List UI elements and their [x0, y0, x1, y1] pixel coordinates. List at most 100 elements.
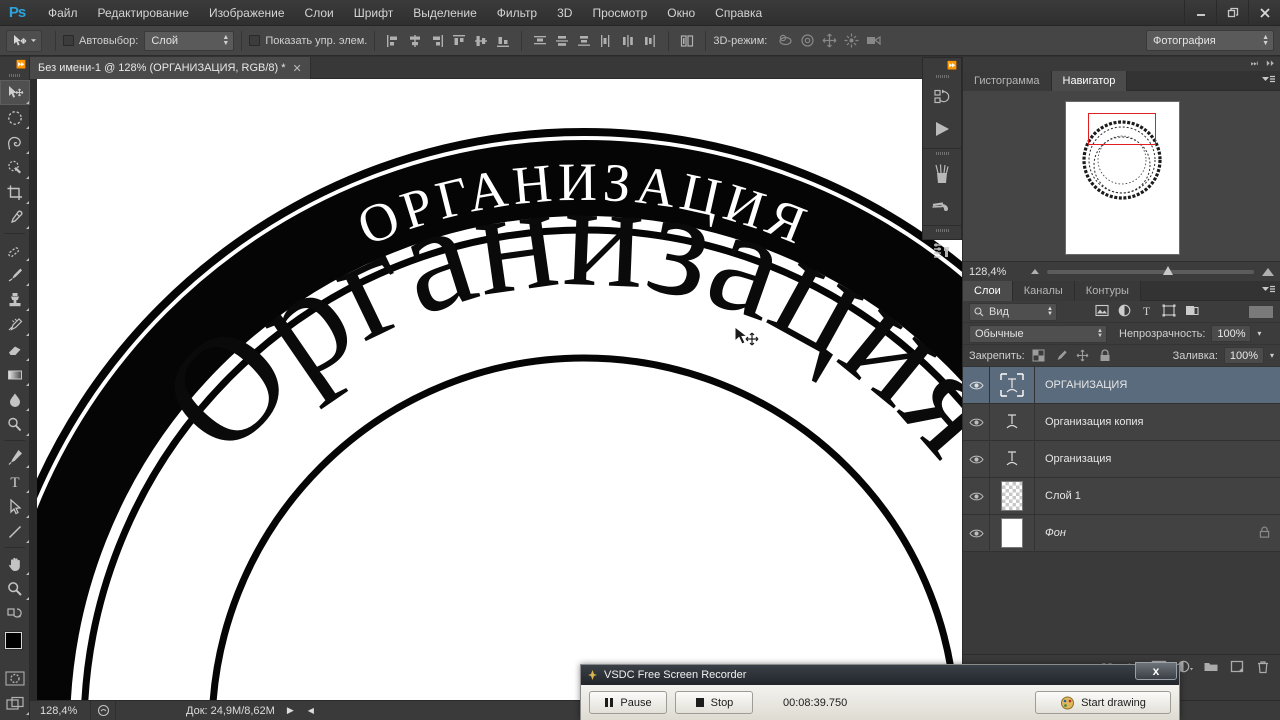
- layer-name[interactable]: ОРГАНИЗАЦИЯ: [1035, 379, 1280, 391]
- layer-row-organizaciya[interactable]: Организация: [963, 440, 1280, 478]
- navigator-preview[interactable]: [963, 91, 1280, 261]
- quick-mask-toggle[interactable]: [0, 666, 30, 691]
- zoom-slider[interactable]: [1047, 265, 1254, 275]
- active-tool-preset[interactable]: [6, 29, 42, 52]
- panel-menu-icon[interactable]: [1262, 75, 1275, 87]
- mixer-brush-icon[interactable]: [923, 190, 961, 222]
- edit-toolbar-button[interactable]: [0, 601, 30, 626]
- toolbar-drag-handle[interactable]: [0, 71, 29, 80]
- layer-name[interactable]: Организация копия: [1035, 416, 1280, 428]
- layer-row-fon[interactable]: Фон: [963, 514, 1280, 552]
- layer-name[interactable]: Фон: [1035, 527, 1259, 539]
- layer-row-sloy-1[interactable]: Слой 1: [963, 477, 1280, 515]
- vsdc-stop-button[interactable]: Stop: [675, 691, 753, 714]
- zoom-out-icon[interactable]: [1031, 269, 1039, 274]
- clone-stamp-tool[interactable]: [0, 287, 30, 312]
- zoom-slider-handle[interactable]: [1162, 265, 1173, 275]
- align-left-edges-icon[interactable]: [382, 31, 404, 51]
- document-tab[interactable]: Без имени-1 @ 128% (ОРГАНИЗАЦИЯ, RGB/8) …: [30, 57, 311, 79]
- show-transform-controls-checkbox[interactable]: [249, 35, 261, 46]
- crop-tool[interactable]: [0, 180, 30, 205]
- navigator-thumbnail[interactable]: [1065, 101, 1180, 255]
- marquee-tool[interactable]: [0, 105, 30, 130]
- roll-3d-icon[interactable]: [796, 31, 818, 51]
- layer-visibility-toggle[interactable]: [963, 528, 989, 539]
- filter-smartobject-icon[interactable]: [1185, 304, 1199, 320]
- brush-presets-icon[interactable]: [923, 158, 961, 190]
- fill-chevron-icon[interactable]: ▾: [1270, 351, 1274, 360]
- lock-all-icon[interactable]: [1097, 348, 1113, 364]
- delete-layer-icon[interactable]: [1253, 657, 1273, 677]
- screen-mode-button[interactable]: [0, 691, 30, 716]
- collapse-panels-button[interactable]: ⏭: [1251, 59, 1258, 69]
- opacity-chevron-icon[interactable]: ▾: [1257, 329, 1261, 338]
- tab-histogram[interactable]: Гистограмма: [963, 71, 1052, 91]
- eraser-tool[interactable]: [0, 337, 30, 362]
- layer-thumbnail[interactable]: [989, 514, 1035, 552]
- filter-type-icon[interactable]: T: [1140, 304, 1153, 320]
- slide-3d-icon[interactable]: [840, 31, 862, 51]
- layer-row-organizaciya-kopiya[interactable]: Организация копия: [963, 403, 1280, 441]
- history-panel-icon[interactable]: [923, 81, 961, 113]
- actions-play-icon[interactable]: [923, 113, 961, 145]
- blur-tool[interactable]: [0, 387, 30, 412]
- layer-thumbnail[interactable]: [989, 477, 1035, 515]
- layer-row-organizaciya-caps[interactable]: ОРГАНИЗАЦИЯ: [963, 366, 1280, 404]
- layer-visibility-toggle[interactable]: [963, 491, 989, 502]
- rotate-3d-icon[interactable]: [774, 31, 796, 51]
- brush-tool[interactable]: [0, 262, 30, 287]
- quick-selection-tool[interactable]: [0, 155, 30, 180]
- new-layer-icon[interactable]: [1227, 657, 1247, 677]
- distribute-top-icon[interactable]: [529, 31, 551, 51]
- line-tool[interactable]: [0, 519, 30, 544]
- tab-navigator[interactable]: Навигатор: [1051, 71, 1128, 91]
- blend-mode-dropdown[interactable]: Обычные ▲ ▼: [969, 324, 1107, 343]
- scale-3d-icon[interactable]: [862, 31, 884, 51]
- menu-window[interactable]: Окно: [657, 2, 705, 24]
- menu-3d[interactable]: 3D: [547, 2, 582, 24]
- vsdc-pause-button[interactable]: Pause: [589, 691, 667, 714]
- status-info-icon[interactable]: [90, 700, 116, 720]
- minimize-button[interactable]: [1184, 0, 1216, 26]
- filter-adjustment-icon[interactable]: [1118, 304, 1131, 320]
- distribute-left-icon[interactable]: [595, 31, 617, 51]
- filter-shape-icon[interactable]: [1162, 304, 1176, 320]
- foreground-color-swatch[interactable]: [5, 632, 22, 649]
- status-expand-arrow-icon[interactable]: ▶: [287, 705, 294, 716]
- type-tool[interactable]: T: [0, 469, 30, 494]
- vsdc-recorder-window[interactable]: VSDC Free Screen Recorder x Pause Stop 0…: [580, 662, 1180, 720]
- restore-button[interactable]: [1216, 0, 1248, 26]
- fill-value[interactable]: 100%: [1223, 347, 1264, 364]
- lasso-tool[interactable]: [0, 130, 30, 155]
- hand-tool[interactable]: [0, 551, 30, 576]
- color-swatches[interactable]: [0, 630, 30, 666]
- align-bottom-edges-icon[interactable]: [492, 31, 514, 51]
- auto-align-layers-icon[interactable]: [676, 31, 698, 51]
- vsdc-start-drawing-button[interactable]: Start drawing: [1035, 691, 1171, 714]
- layer-name[interactable]: Слой 1: [1035, 490, 1280, 502]
- status-resize-grip[interactable]: ◀: [308, 706, 314, 715]
- menu-edit[interactable]: Редактирование: [88, 2, 199, 24]
- zoom-in-icon[interactable]: [1262, 267, 1274, 276]
- menu-file[interactable]: Файл: [38, 2, 88, 24]
- layer-thumbnail[interactable]: [989, 440, 1035, 478]
- zoom-tool[interactable]: [0, 576, 30, 601]
- pen-tool[interactable]: [0, 444, 30, 469]
- tab-paths[interactable]: Контуры: [1074, 281, 1141, 301]
- healing-brush-tool[interactable]: [0, 237, 30, 262]
- opacity-value[interactable]: 100%: [1211, 325, 1252, 342]
- dodge-tool[interactable]: [0, 412, 30, 437]
- filter-image-icon[interactable]: [1095, 304, 1109, 320]
- adjustments-panel-icon[interactable]: [923, 235, 961, 267]
- distribute-bottom-icon[interactable]: [573, 31, 595, 51]
- distribute-vcenter-icon[interactable]: [551, 31, 573, 51]
- history-brush-tool[interactable]: [0, 312, 30, 337]
- menu-image[interactable]: Изображение: [199, 2, 295, 24]
- toolbar-collapse-button[interactable]: ⏩: [0, 57, 29, 71]
- lock-transparency-icon[interactable]: [1031, 348, 1047, 364]
- new-group-icon[interactable]: [1201, 657, 1221, 677]
- dock-group-handle[interactable]: [923, 226, 961, 235]
- distribute-right-icon[interactable]: [639, 31, 661, 51]
- navigator-zoom-value[interactable]: 128,4%: [969, 266, 1023, 278]
- menu-filter[interactable]: Фильтр: [487, 2, 547, 24]
